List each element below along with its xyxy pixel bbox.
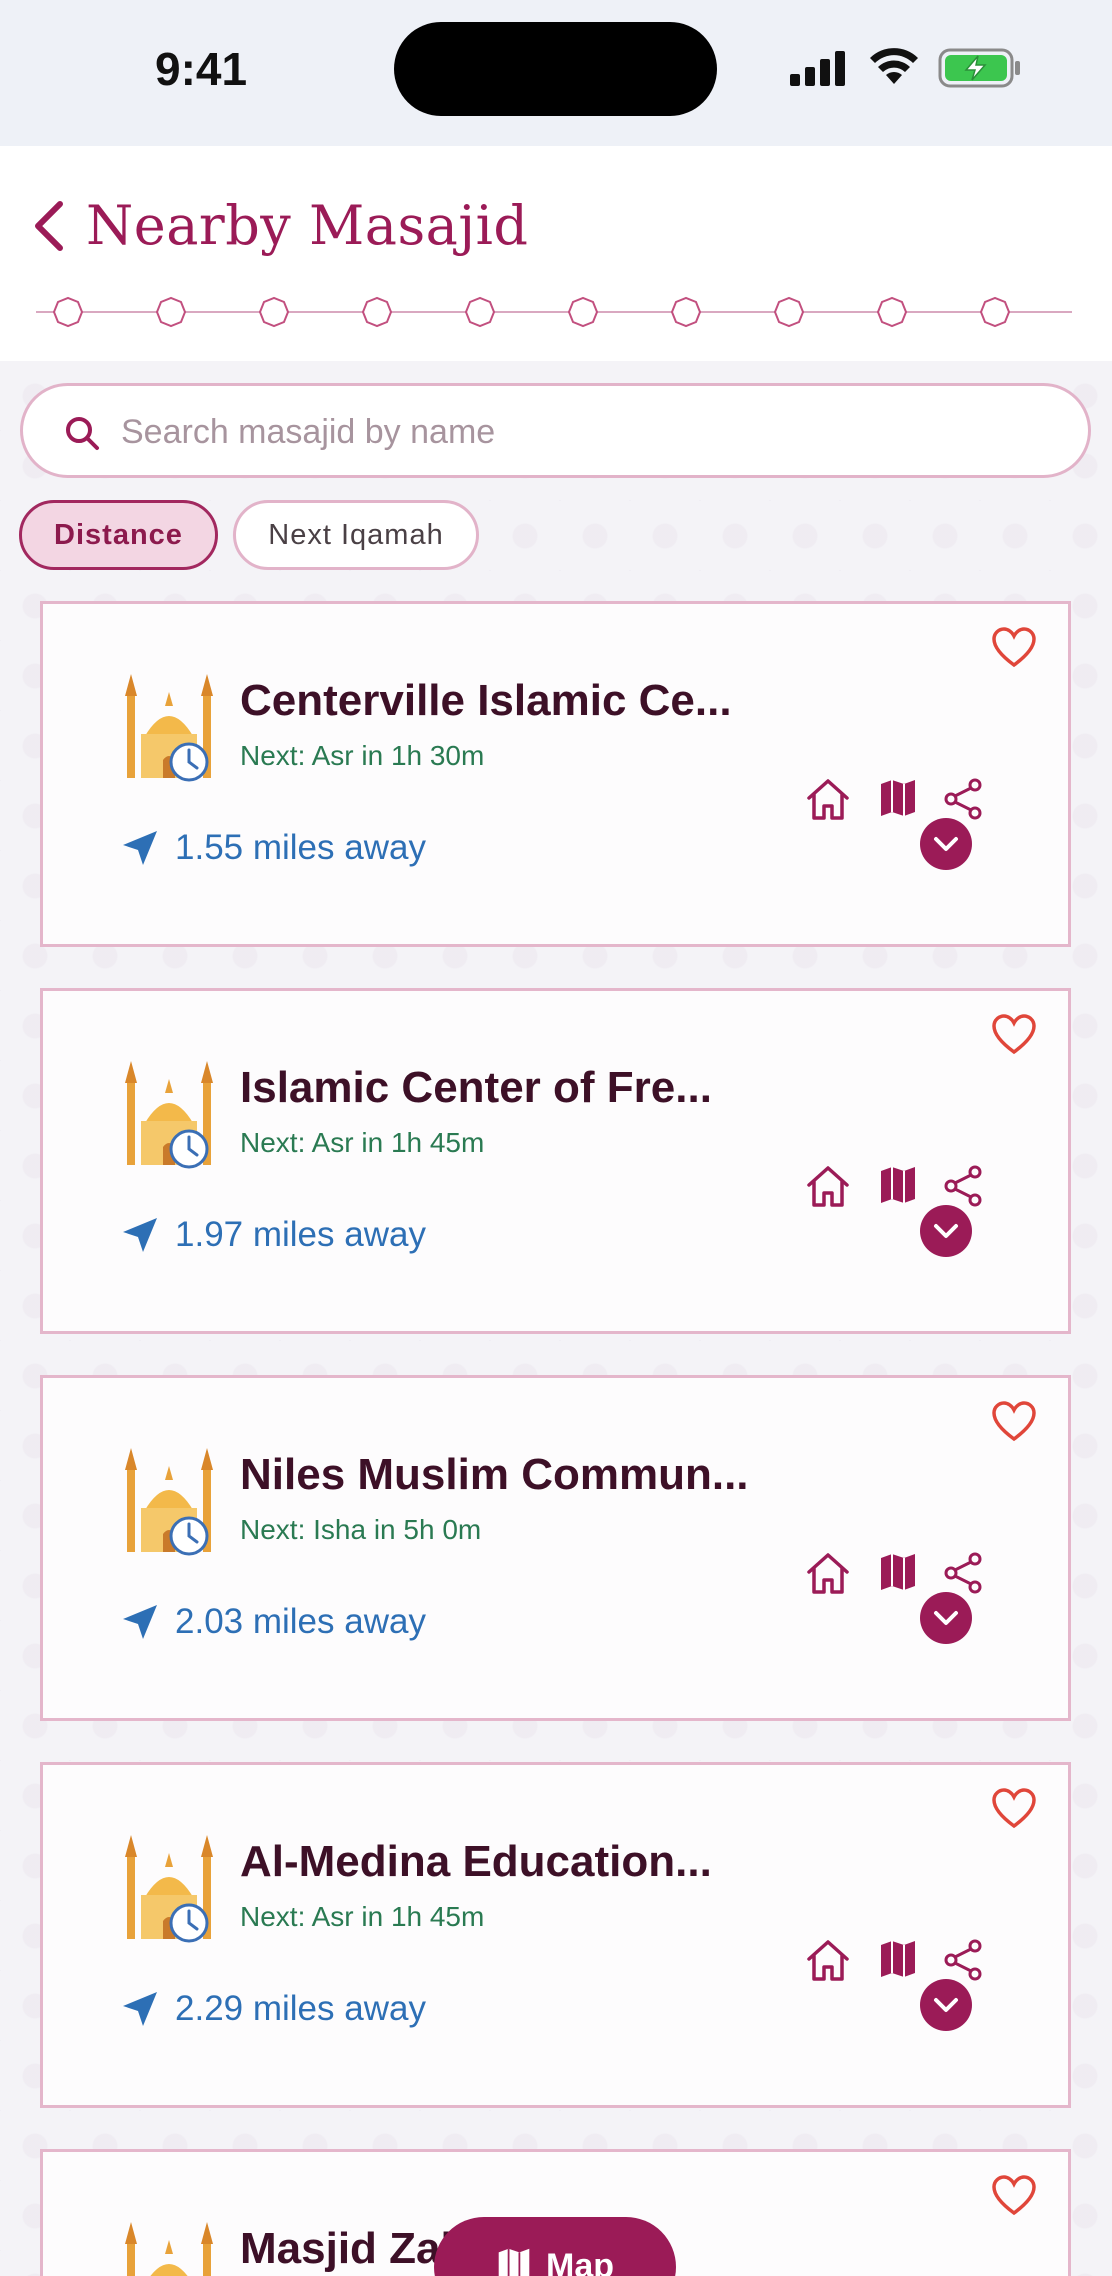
map-icon[interactable] — [879, 1939, 917, 1979]
masjid-card[interactable]: Islamic Center of Fre... Next: Asr in 1h… — [40, 988, 1071, 1334]
share-icon[interactable] — [943, 1165, 983, 1207]
next-prayer: Next: Asr in 1h 45m — [240, 1901, 485, 1932]
next-prayer: Next: Asr in 1h 30m — [240, 740, 485, 771]
distance-text: 1.97 miles away — [175, 1215, 426, 1254]
chevron-down-icon — [934, 1224, 958, 1238]
distance: 2.29 miles away — [121, 1987, 426, 2031]
home-icon[interactable] — [805, 1550, 851, 1596]
distance: 2.03 miles away — [121, 1600, 426, 1644]
masjid-card[interactable]: Niles Muslim Commun... Next: Isha in 5h … — [40, 1375, 1071, 1721]
masjid-name: Islamic Center of Fre... — [240, 1063, 712, 1112]
header: Nearby Masajid — [0, 146, 1112, 361]
wifi-icon — [870, 48, 918, 84]
expand-button[interactable] — [920, 1592, 972, 1644]
mosque-icon — [125, 1061, 213, 1169]
dynamic-island — [394, 22, 717, 116]
expand-button[interactable] — [920, 1979, 972, 2031]
location-arrow-icon — [123, 1605, 157, 1639]
share-icon[interactable] — [943, 1939, 983, 1981]
heart-icon[interactable] — [991, 2174, 1037, 2216]
masjid-name: Niles Muslim Commun... — [240, 1450, 749, 1499]
masjid-card[interactable]: Centerville Islamic Ce... Next: Asr in 1… — [40, 601, 1071, 947]
mosque-icon — [125, 1835, 213, 1943]
status-time: 9:41 — [155, 43, 248, 95]
page-title: Nearby Masajid — [86, 194, 529, 257]
heart-icon[interactable] — [991, 1787, 1037, 1829]
share-icon[interactable] — [943, 778, 983, 820]
distance: 1.55 miles away — [121, 826, 426, 870]
sort-chip-next-iqamah[interactable]: Next Iqamah — [233, 500, 479, 570]
search-bar[interactable] — [20, 383, 1091, 478]
location-arrow-icon — [123, 1218, 157, 1252]
cellular-signal-icon — [790, 51, 845, 86]
distance: 1.97 miles away — [121, 1213, 426, 1257]
expand-button[interactable] — [920, 1205, 972, 1257]
map-icon — [498, 2248, 530, 2276]
status-bar: 9:41 — [0, 0, 1112, 146]
distance-text: 1.55 miles away — [175, 828, 426, 867]
heart-icon[interactable] — [991, 626, 1037, 668]
search-input[interactable] — [121, 404, 1021, 460]
expand-button[interactable] — [920, 818, 972, 870]
mosque-icon — [125, 2222, 213, 2276]
heart-icon[interactable] — [991, 1013, 1037, 1055]
search-icon — [66, 417, 99, 450]
mosque-icon — [125, 674, 213, 782]
chevron-down-icon — [934, 1998, 958, 2012]
share-icon[interactable] — [943, 1552, 983, 1594]
location-arrow-icon — [123, 831, 157, 865]
home-icon[interactable] — [805, 776, 851, 822]
heart-icon[interactable] — [991, 1400, 1037, 1442]
ornament-divider — [36, 296, 1072, 328]
chevron-down-icon — [934, 837, 958, 851]
masjid-card[interactable]: Al-Medina Education... Next: Asr in 1h 4… — [40, 1762, 1071, 2108]
sort-chip-distance[interactable]: Distance — [19, 500, 218, 570]
map-button-label: Map — [546, 2247, 614, 2276]
distance-text: 2.03 miles away — [175, 1602, 426, 1641]
location-arrow-icon — [123, 1992, 157, 2026]
home-icon[interactable] — [805, 1937, 851, 1983]
home-icon[interactable] — [805, 1163, 851, 1209]
mosque-icon — [125, 1448, 213, 1556]
masjid-name: Centerville Islamic Ce... — [240, 676, 732, 725]
battery-icon — [938, 48, 1020, 88]
map-icon[interactable] — [879, 778, 917, 818]
next-prayer: Next: Isha in 5h 0m — [240, 1514, 482, 1545]
map-view-button[interactable]: Map — [434, 2217, 676, 2276]
map-icon[interactable] — [879, 1552, 917, 1592]
next-prayer: Next: Asr in 1h 45m — [240, 1127, 485, 1158]
chevron-down-icon — [934, 1611, 958, 1625]
back-icon[interactable] — [30, 198, 70, 254]
map-icon[interactable] — [879, 1165, 917, 1205]
masjid-name: Al-Medina Education... — [240, 1837, 712, 1886]
distance-text: 2.29 miles away — [175, 1989, 426, 2028]
